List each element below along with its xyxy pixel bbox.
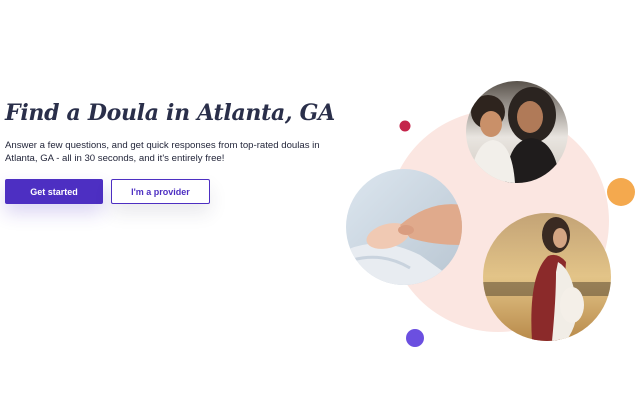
red-dot-decoration — [399, 120, 411, 132]
orange-dot-decoration — [607, 178, 635, 206]
purple-dot-decoration — [406, 329, 424, 347]
page-title: Find a Doula in Atlanta, GA — [5, 100, 335, 126]
hero-subtitle: Answer a few questions, and get quick re… — [5, 140, 320, 164]
page: Find a Doula in Atlanta, GA Answer a few… — [0, 0, 640, 400]
background-blob — [387, 110, 609, 332]
mother-and-daughter-photo — [466, 81, 568, 183]
provider-button[interactable]: I'm a provider — [111, 179, 210, 204]
baby-hand-photo — [346, 169, 462, 285]
get-started-button[interactable]: Get started — [5, 179, 103, 204]
pregnant-woman-photo — [483, 213, 611, 341]
